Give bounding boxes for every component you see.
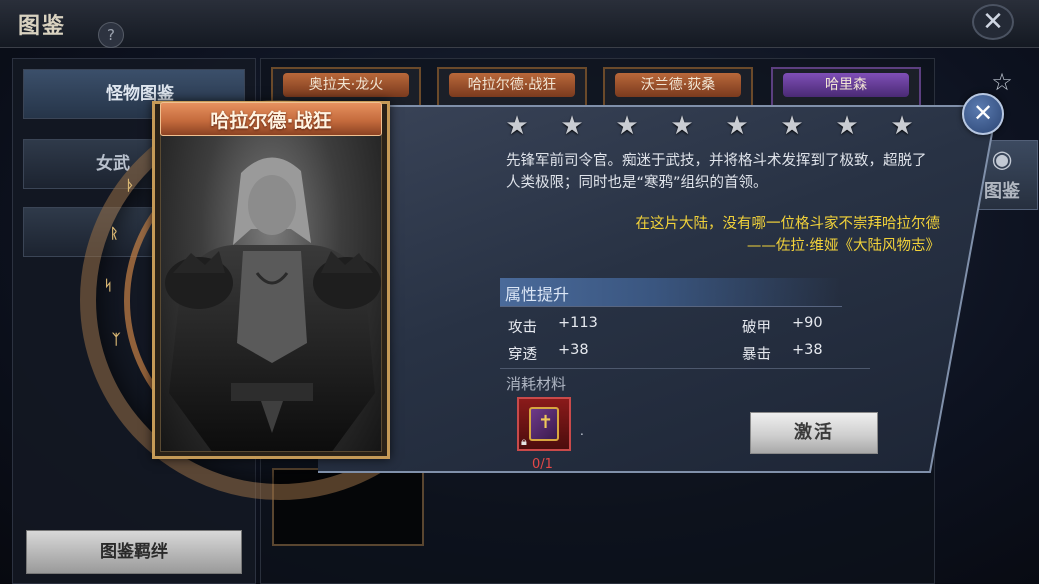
grid-card-label: 沃兰德·荻桑: [615, 73, 741, 97]
cost-title: 消耗材料: [506, 375, 567, 393]
material-count: 0/1: [532, 457, 553, 472]
attr-value: +90: [792, 315, 823, 331]
rune-icon: ᛋ: [104, 278, 113, 294]
grid-card[interactable]: 沃兰德·荻桑: [603, 67, 753, 107]
rune-icon: ᚦ: [126, 178, 135, 194]
divider: [500, 368, 870, 369]
close-popup-button[interactable]: ✕: [962, 93, 1004, 135]
attr-value: +38: [792, 342, 823, 358]
material-dot: .: [580, 424, 584, 438]
star-icon: ★: [560, 111, 584, 141]
codex-bond-button[interactable]: 图鉴羁绊: [26, 530, 242, 574]
grid-card[interactable]: 哈里森: [771, 67, 921, 107]
attr-name: 破甲: [742, 320, 771, 336]
star-icon: ★: [890, 111, 914, 141]
lock-icon: 🔒︎: [521, 435, 527, 448]
star-icon: ★: [780, 111, 804, 141]
warrior-figure-icon: [165, 157, 381, 451]
quote-line: 在这片大陆，没有哪一位格斗家不崇拜哈拉尔德: [635, 216, 941, 232]
top-bar: [0, 0, 1039, 48]
close-screen-button[interactable]: ✕: [972, 4, 1014, 40]
star-icon: ★: [615, 111, 639, 141]
book-icon: ✝: [529, 407, 559, 441]
attr-name: 攻击: [508, 320, 537, 336]
attr-name: 暴击: [742, 347, 771, 363]
character-quote: 在这片大陆，没有哪一位格斗家不崇拜哈拉尔德 ——佐拉·维娅《大陆风物志》: [560, 213, 941, 257]
star-icon: ★: [725, 111, 749, 141]
right-tab-label: 图鉴: [984, 181, 1020, 202]
character-description: 先锋军前司令官。痴迷于武技，并将格斗术发挥到了极致，超脱了人类极限；同时也是“寒…: [506, 153, 927, 191]
attribute-title: 属性提升: [505, 285, 570, 304]
star-icon: ★: [505, 111, 529, 141]
attr-value: +113: [558, 315, 598, 331]
star-icon: ★: [835, 111, 859, 141]
rune-icon: ᛉ: [112, 332, 121, 348]
character-portrait: [160, 132, 382, 452]
attr-name: 穿透: [508, 347, 537, 363]
material-slot[interactable]: ✝ 🔒︎: [517, 397, 571, 451]
grid-card-label: 哈里森: [783, 73, 909, 97]
help-button[interactable]: ?: [98, 22, 124, 48]
cross-icon: ✝: [538, 412, 554, 433]
card-name: 哈拉尔德·战狂: [210, 110, 332, 132]
grid-card-label: 哈拉尔德·战狂: [449, 73, 575, 97]
rune-icon: ᚱ: [110, 226, 119, 242]
grid-card-label: 奥拉夫·龙火: [283, 73, 409, 97]
attr-value: +38: [558, 342, 589, 358]
screen-title: 图鉴: [18, 14, 67, 39]
star-icon: ★: [670, 111, 694, 141]
grid-card[interactable]: 哈拉尔德·战狂: [437, 67, 587, 107]
quote-source: ——佐拉·维娅《大陆风物志》: [746, 238, 940, 254]
divider: [500, 306, 842, 307]
activate-button[interactable]: 激活: [750, 412, 878, 454]
